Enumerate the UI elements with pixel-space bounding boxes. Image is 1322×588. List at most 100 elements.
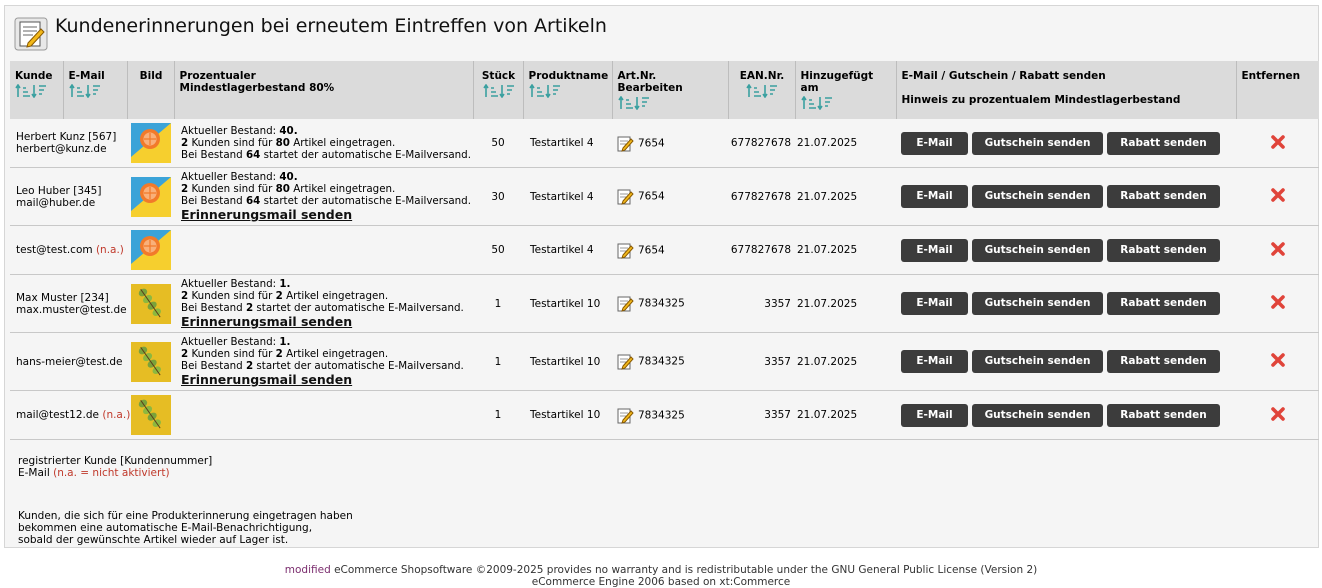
send-discount-button[interactable]: Rabatt senden [1107, 350, 1220, 373]
email-button[interactable]: E-Mail [901, 403, 968, 427]
sort-desc-icon[interactable] [816, 96, 833, 110]
remove-cell [1236, 167, 1319, 226]
product-thumbnail [130, 176, 171, 217]
customer-email: mail@test12.de [16, 409, 99, 421]
customer-cell: Herbert Kunz [567] herbert@kunz.de [10, 119, 127, 168]
customer-name: Herbert Kunz [567] [16, 131, 117, 143]
send-reminder-link[interactable]: Erinnerungsmail senden [181, 314, 471, 329]
send-discount-button[interactable]: Rabatt senden [1107, 292, 1220, 315]
brand-link[interactable]: modified [285, 564, 331, 576]
remove-icon[interactable] [1270, 187, 1286, 203]
sort-asc-icon[interactable] [800, 96, 817, 110]
stock-info-cell: Aktueller Bestand: 40. 2 Kunden sind für… [174, 167, 473, 226]
reminder-table: Kunde E-Mail Bild Prozentualer Mindestla… [10, 61, 1319, 440]
product-name-cell: Testartikel 4 [523, 119, 612, 168]
table-row: test@test.com (n.a.) 50 Testartikel 4 76… [10, 225, 1319, 275]
header-kunde: Kunde [10, 61, 64, 119]
remove-icon[interactable] [1270, 134, 1286, 150]
customer-cell: mail@test12.de (n.a.) [10, 390, 131, 440]
date-cell: 21.07.2025 [795, 332, 896, 391]
info-note: Kunden, die sich für eine Produkterinner… [18, 510, 353, 546]
send-discount-button[interactable]: Rabatt senden [1107, 131, 1220, 155]
stock-info-cell: Aktueller Bestand: 40. 2 Kunden sind für… [174, 119, 473, 168]
sort-controls[interactable] [479, 84, 519, 98]
sort-asc-icon[interactable] [482, 84, 499, 98]
stock-info-cell: Aktueller Bestand: 1. 2 Kunden sind für … [174, 332, 473, 391]
email-button[interactable]: E-Mail [901, 185, 968, 208]
header-bild: Bild [127, 61, 175, 119]
edit-icon[interactable] [617, 188, 634, 205]
sort-desc-icon[interactable] [633, 96, 650, 110]
stueck-cell: 30 [473, 167, 523, 226]
email-button[interactable]: E-Mail [901, 350, 968, 373]
remove-icon[interactable] [1270, 352, 1286, 368]
send-discount-button[interactable]: Rabatt senden [1107, 403, 1220, 427]
sort-controls[interactable] [617, 96, 724, 110]
remove-cell [1236, 390, 1319, 440]
sort-controls[interactable] [68, 84, 123, 98]
header-artnr: Art.Nr. Bearbeiten [612, 61, 729, 119]
sort-controls[interactable] [734, 84, 791, 98]
artnr-cell: 7654 [612, 119, 728, 168]
send-voucher-button[interactable]: Gutschein senden [972, 185, 1103, 208]
stueck-cell: 50 [473, 225, 523, 275]
edit-icon[interactable] [617, 135, 634, 152]
legend: registrierter Kunde [Kundennummer] E-Mai… [18, 455, 213, 479]
artnr-cell: 7834325 [612, 332, 728, 391]
date-cell: 21.07.2025 [795, 274, 896, 333]
send-discount-button[interactable]: Rabatt senden [1107, 185, 1220, 208]
ean-cell: 3357 [728, 390, 795, 440]
sort-asc-icon[interactable] [15, 84, 31, 98]
not-activated-note: (n.a.) [95, 244, 124, 256]
edit-icon[interactable] [617, 295, 634, 312]
send-voucher-button[interactable]: Gutschein senden [972, 403, 1103, 427]
sort-controls[interactable] [800, 96, 892, 110]
artnr-cell: 7654 [612, 167, 728, 226]
customer-cell: hans-meier@test.de [10, 332, 127, 391]
send-voucher-button[interactable]: Gutschein senden [972, 350, 1103, 373]
edit-icon[interactable] [617, 242, 634, 259]
sort-controls[interactable] [15, 84, 59, 98]
edit-icon[interactable] [617, 407, 634, 424]
sort-asc-icon[interactable] [746, 84, 762, 98]
stock-info-cell [174, 390, 473, 440]
email-button[interactable]: E-Mail [901, 238, 968, 262]
header-email: E-Mail [63, 61, 128, 119]
page-title: Kundenerinnerungen bei erneutem Eintreff… [55, 15, 607, 37]
remove-icon[interactable] [1270, 241, 1286, 257]
sort-desc-icon[interactable] [31, 84, 47, 98]
customer-cell: Leo Huber [345] mail@huber.de [10, 167, 127, 226]
header-produktname: Produktname [523, 61, 613, 119]
not-activated-note: (n.a.) [102, 409, 131, 421]
sort-asc-icon[interactable] [528, 84, 545, 98]
sort-desc-icon[interactable] [762, 84, 778, 98]
send-reminder-link[interactable]: Erinnerungsmail senden [181, 372, 471, 387]
sort-asc-icon[interactable] [617, 96, 634, 110]
email-button[interactable]: E-Mail [901, 292, 968, 315]
ean-cell: 677827678 [728, 119, 795, 168]
remove-icon[interactable] [1270, 406, 1286, 422]
sort-desc-icon[interactable] [498, 84, 515, 98]
stueck-cell: 50 [473, 119, 523, 168]
artnr-value: 7654 [638, 137, 665, 149]
sort-controls[interactable] [528, 84, 608, 98]
send-voucher-button[interactable]: Gutschein senden [972, 131, 1103, 155]
sort-desc-icon[interactable] [84, 84, 101, 98]
send-discount-button[interactable]: Rabatt senden [1107, 238, 1220, 262]
send-reminder-link[interactable]: Erinnerungsmail senden [181, 207, 471, 222]
send-voucher-button[interactable]: Gutschein senden [972, 292, 1103, 315]
sort-asc-icon[interactable] [68, 84, 85, 98]
send-voucher-button[interactable]: Gutschein senden [972, 238, 1103, 262]
actions-cell: E-Mail Gutschein senden Rabatt senden [896, 167, 1236, 226]
stock-info: Aktueller Bestand: 40. 2 Kunden sind für… [181, 125, 471, 161]
email-button[interactable]: E-Mail [901, 131, 968, 155]
customer-email: hans-meier@test.de [16, 355, 123, 368]
image-cell [127, 225, 174, 275]
artnr-value: 7834325 [638, 355, 685, 368]
artnr-value: 7654 [638, 244, 665, 256]
sort-desc-icon[interactable] [544, 84, 561, 98]
table-header-row: Kunde E-Mail Bild Prozentualer Mindestla… [10, 61, 1319, 119]
stock-info: Aktueller Bestand: 1. 2 Kunden sind für … [181, 278, 464, 314]
edit-icon[interactable] [617, 353, 634, 370]
remove-icon[interactable] [1270, 294, 1286, 310]
